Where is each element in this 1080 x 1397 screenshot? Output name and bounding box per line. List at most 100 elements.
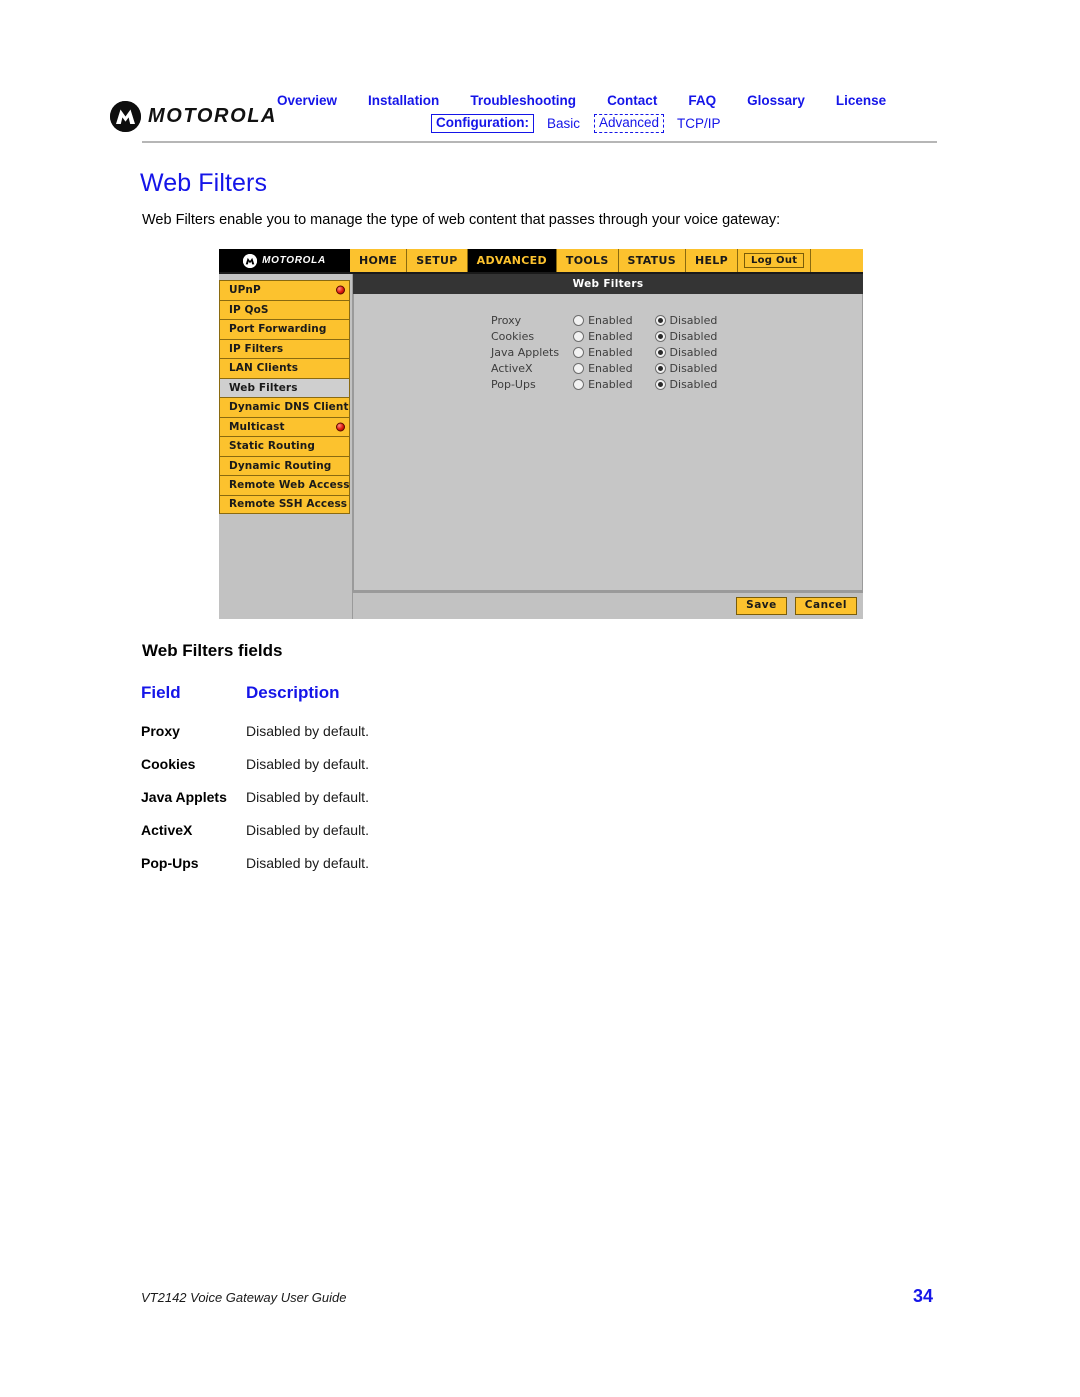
sidebar-item-label: IP QoS — [229, 303, 269, 316]
nav-link-faq[interactable]: FAQ — [688, 93, 716, 108]
nav-link-troubleshooting[interactable]: Troubleshooting — [470, 93, 576, 108]
document-topnav: Overview Installation Troubleshooting Co… — [277, 93, 957, 134]
topnav-secondary-row: Configuration: Basic Advanced TCP/IP — [431, 114, 721, 134]
field-name: Proxy — [141, 723, 180, 739]
sidebar-item-label: Dynamic DNS Client — [229, 401, 349, 414]
table-header-row: Field Description — [141, 683, 369, 723]
radio-label-disabled: Disabled — [669, 314, 718, 327]
web-filters-settings-table: Proxy Enabled Disabled Cookies Enabled D… — [491, 313, 717, 393]
sidebar-item-multicast[interactable]: Multicast — [219, 416, 350, 436]
setting-enabled-option[interactable]: Enabled — [573, 329, 654, 345]
radio-label-disabled: Disabled — [669, 346, 718, 359]
footer-page-number: 34 — [913, 1286, 934, 1306]
setting-disabled-option[interactable]: Disabled — [654, 361, 718, 377]
device-tab-help[interactable]: HELP — [686, 249, 738, 272]
sidebar-item-remote-ssh-access[interactable]: Remote SSH Access — [219, 494, 350, 514]
device-logo: MOTOROLA — [219, 249, 350, 272]
nav-link-tcpip[interactable]: TCP/IP — [677, 116, 721, 131]
setting-disabled-option[interactable]: Disabled — [654, 345, 718, 361]
sidebar-item-static-routing[interactable]: Static Routing — [219, 436, 350, 456]
nav-link-contact[interactable]: Contact — [607, 93, 657, 108]
setting-disabled-option[interactable]: Disabled — [654, 377, 717, 393]
cancel-button[interactable]: Cancel — [794, 597, 857, 615]
device-body: UPnP IP QoS Port Forwarding IP Filters L… — [219, 274, 863, 619]
page-intro-text: Web Filters enable you to manage the typ… — [142, 212, 781, 228]
nav-link-basic[interactable]: Basic — [547, 116, 580, 131]
logout-button[interactable]: Log Out — [743, 253, 805, 268]
table-row: Proxy Disabled by default. — [141, 723, 369, 756]
field-description: Disabled by default. — [246, 756, 369, 772]
page-title: Web Filters — [140, 169, 268, 197]
radio-enabled-pop-ups[interactable] — [573, 379, 585, 390]
settings-row-java-applets: Java Applets Enabled Disabled — [491, 345, 717, 361]
sidebar-item-upnp[interactable]: UPnP — [219, 280, 350, 300]
device-tab-bar: HOME SETUP ADVANCED TOOLS STATUS HELP Lo… — [350, 249, 863, 272]
setting-disabled-option[interactable]: Disabled — [654, 329, 717, 345]
device-tab-tools[interactable]: TOOLS — [557, 249, 619, 272]
settings-row-cookies: Cookies Enabled Disabled — [491, 329, 717, 345]
sidebar-item-ip-filters[interactable]: IP Filters — [219, 338, 350, 358]
device-ui-screenshot: MOTOROLA HOME SETUP ADVANCED TOOLS STATU… — [219, 249, 863, 619]
motorola-batwing-icon — [110, 101, 141, 132]
motorola-logo: MOTOROLA — [110, 101, 277, 132]
save-button[interactable]: Save — [736, 597, 787, 615]
fields-section-heading: Web Filters fields — [142, 641, 283, 660]
radio-disabled-pop-ups[interactable] — [654, 379, 666, 390]
radio-label-enabled: Enabled — [588, 378, 633, 391]
footer-guide-title: VT2142 Voice Gateway User Guide — [141, 1290, 347, 1305]
radio-label-enabled: Enabled — [588, 330, 633, 343]
column-header-field: Field — [141, 683, 181, 702]
header-divider — [142, 141, 937, 143]
sidebar-item-web-filters[interactable]: Web Filters — [219, 377, 350, 397]
sidebar-item-dynamic-routing[interactable]: Dynamic Routing — [219, 455, 350, 475]
nav-link-advanced[interactable]: Advanced — [594, 114, 665, 134]
device-tab-setup[interactable]: SETUP — [407, 249, 468, 272]
table-row: Java Applets Disabled by default. — [141, 789, 369, 822]
radio-disabled-activex[interactable] — [654, 363, 666, 374]
device-tab-advanced[interactable]: ADVANCED — [467, 249, 557, 272]
setting-label: ActiveX — [491, 362, 533, 375]
setting-enabled-option[interactable]: Enabled — [573, 313, 654, 329]
device-tab-status[interactable]: STATUS — [619, 249, 686, 272]
sidebar-item-port-forwarding[interactable]: Port Forwarding — [219, 319, 350, 339]
radio-label-disabled: Disabled — [669, 362, 718, 375]
table-row: Pop-Ups Disabled by default. — [141, 855, 369, 888]
radio-enabled-activex[interactable] — [573, 363, 585, 374]
setting-disabled-option[interactable]: Disabled — [654, 313, 718, 329]
nav-link-glossary[interactable]: Glossary — [747, 93, 805, 108]
device-tab-home[interactable]: HOME — [350, 249, 408, 272]
setting-enabled-option[interactable]: Enabled — [573, 361, 654, 377]
settings-row-pop-ups: Pop-Ups Enabled Disabled — [491, 377, 717, 393]
status-led-icon — [336, 422, 345, 432]
field-name: Pop-Ups — [141, 855, 199, 871]
motorola-wordmark: MOTOROLA — [148, 105, 278, 127]
sidebar-item-remote-web-access[interactable]: Remote Web Access — [219, 475, 350, 495]
sidebar-item-label: Port Forwarding — [229, 323, 327, 336]
sidebar-item-lan-clients[interactable]: LAN Clients — [219, 358, 350, 378]
radio-enabled-proxy[interactable] — [573, 315, 585, 326]
nav-link-license[interactable]: License — [836, 93, 886, 108]
device-content: Web Filters Proxy Enabled Disabled Cooki… — [352, 274, 863, 619]
sidebar-item-dynamic-dns-client[interactable]: Dynamic DNS Client — [219, 397, 350, 417]
device-tab-filler — [811, 249, 863, 272]
radio-enabled-java-applets[interactable] — [573, 347, 585, 358]
setting-label: Java Applets — [491, 346, 560, 359]
field-description: Disabled by default. — [246, 723, 369, 739]
column-header-description: Description — [246, 683, 340, 702]
radio-enabled-cookies[interactable] — [573, 331, 585, 342]
nav-link-overview[interactable]: Overview — [277, 93, 337, 108]
device-batwing-icon — [243, 253, 258, 268]
radio-disabled-cookies[interactable] — [654, 331, 666, 342]
sidebar-item-label: Multicast — [229, 420, 285, 433]
sidebar-item-ip-qos[interactable]: IP QoS — [219, 299, 350, 319]
setting-label: Pop-Ups — [491, 378, 536, 391]
radio-label-enabled: Enabled — [588, 346, 633, 359]
setting-enabled-option[interactable]: Enabled — [573, 377, 654, 393]
sidebar-item-label: Dynamic Routing — [229, 459, 332, 472]
sidebar-item-label: Web Filters — [229, 381, 298, 394]
nav-link-installation[interactable]: Installation — [368, 93, 439, 108]
setting-label: Proxy — [491, 314, 522, 327]
radio-disabled-java-applets[interactable] — [654, 347, 666, 358]
radio-disabled-proxy[interactable] — [654, 315, 666, 326]
setting-enabled-option[interactable]: Enabled — [573, 345, 654, 361]
